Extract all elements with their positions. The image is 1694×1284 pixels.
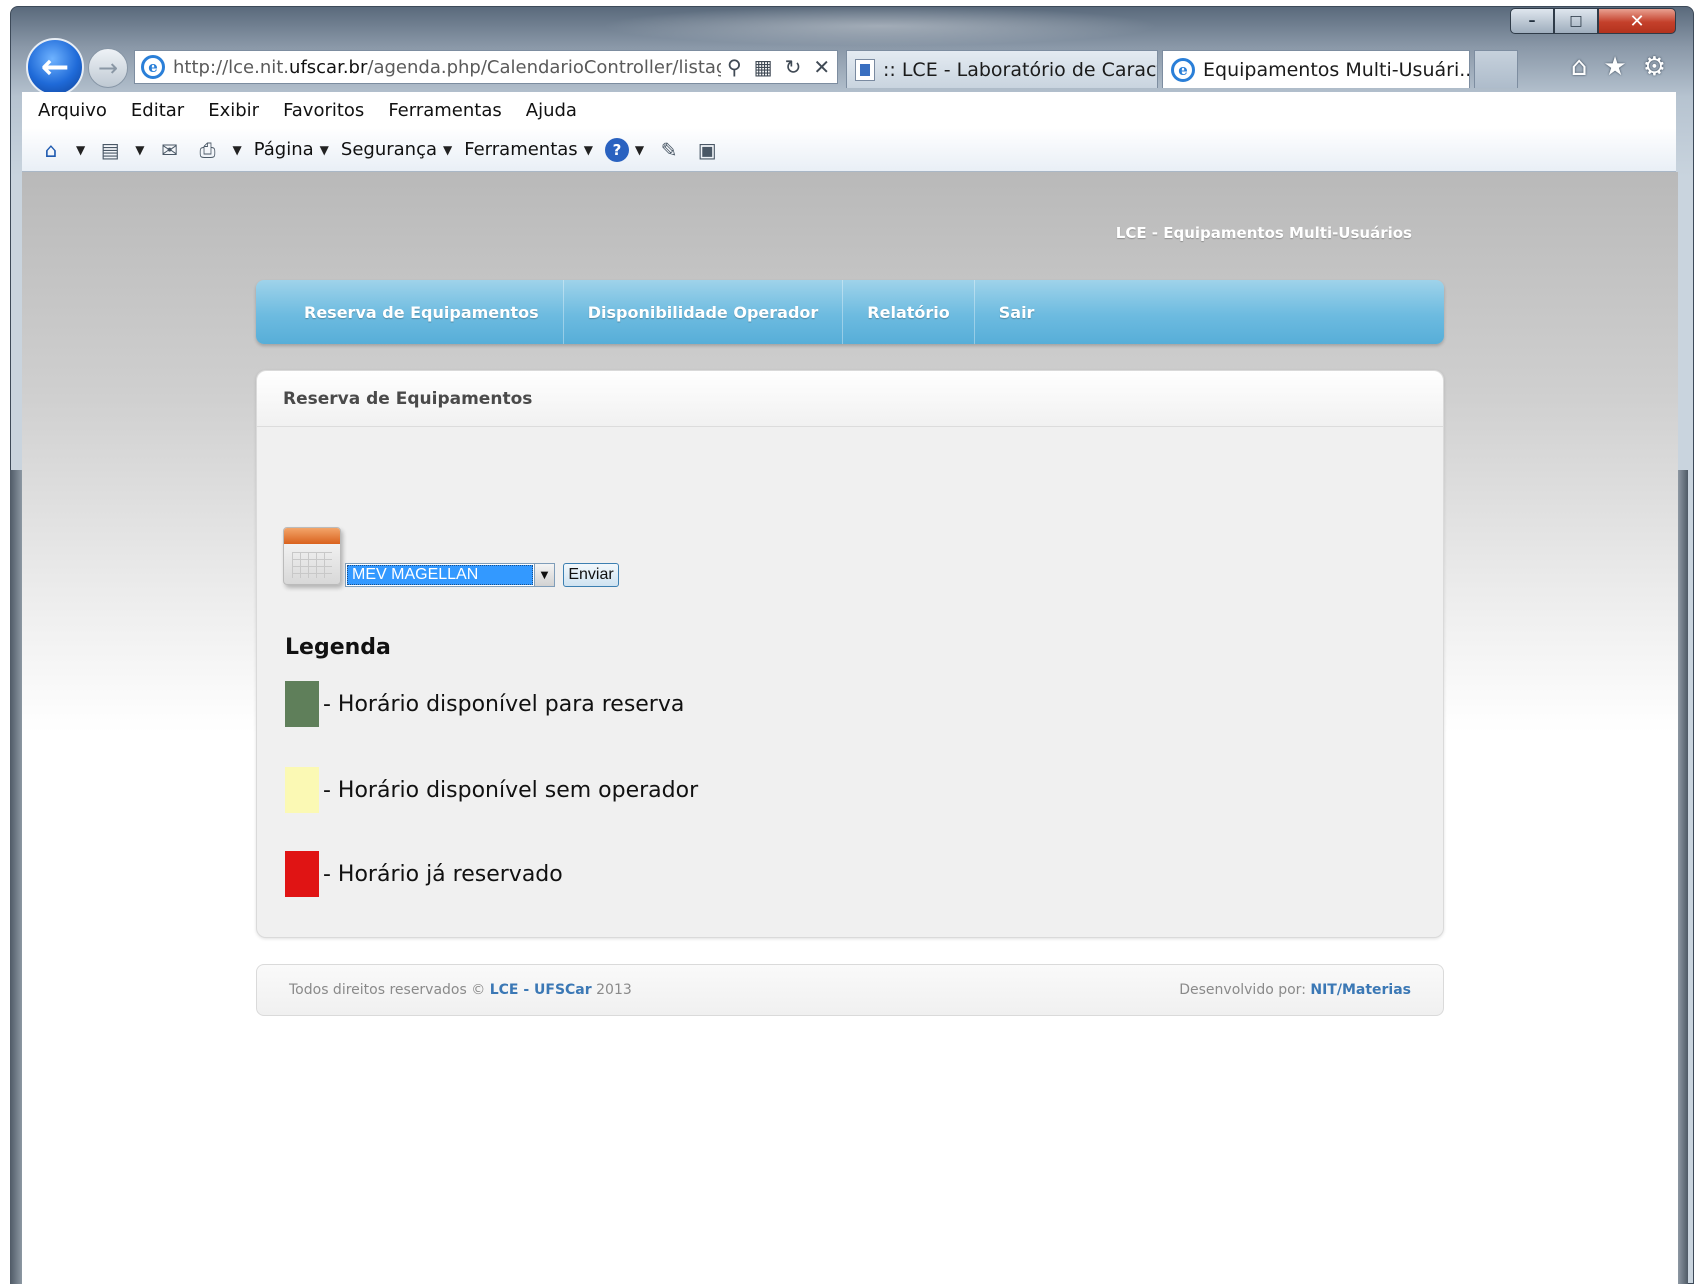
page-viewport: LCE - Equipamentos Multi-Usuários Reserv… bbox=[22, 172, 1678, 1284]
print-icon[interactable]: ⎙ bbox=[194, 137, 220, 163]
window-edge-left bbox=[10, 470, 22, 1284]
legend-text: - Horário disponível sem operador bbox=[323, 777, 699, 803]
footer-rights-prefix: Todos direitos reservados © bbox=[289, 982, 486, 998]
nav-disponibilidade-operador[interactable]: Disponibilidade Operador bbox=[564, 280, 844, 344]
home-icon[interactable]: ⌂ bbox=[1571, 52, 1588, 82]
calendar-grid bbox=[292, 552, 332, 578]
url-path: /agenda.php/CalendarioController/listage bbox=[367, 56, 721, 78]
content-panel: Reserva de Equipamentos MEV MAGELLAN ▼ E… bbox=[256, 370, 1444, 938]
favorites-star-icon[interactable]: ★ bbox=[1603, 52, 1626, 82]
footer-developer: Desenvolvido por: NIT/Materias bbox=[1179, 982, 1411, 998]
page-footer: Todos direitos reservados © LCE - UFSCar… bbox=[256, 964, 1444, 1016]
command-bar: ⌂ ▼ ▤ ▼ ✉ ⎙ ▼ Página ▼ Segurança ▼ Ferrame… bbox=[22, 128, 1676, 172]
chevron-down-icon: ▼ bbox=[319, 142, 329, 157]
legend-swatch-green bbox=[285, 681, 319, 727]
legend-swatch-red bbox=[285, 851, 319, 897]
forward-button[interactable]: → bbox=[88, 48, 128, 88]
ie-page-icon: e bbox=[1171, 57, 1195, 82]
content-title: Reserva de Equipamentos bbox=[257, 371, 1443, 427]
browser-toolbar-right: ⌂ ★ ⚙ bbox=[1571, 52, 1666, 82]
legend-title: Legenda bbox=[285, 635, 391, 660]
nav-relatorio[interactable]: Relatório bbox=[843, 280, 975, 344]
tab-label: Equipamentos Multi-Usuári... bbox=[1203, 58, 1470, 81]
send-button[interactable]: Enviar bbox=[563, 563, 619, 587]
gear-icon[interactable]: ⚙ bbox=[1643, 52, 1666, 82]
nav-reserva-equipamentos[interactable]: Reserva de Equipamentos bbox=[280, 280, 564, 344]
ie-page-icon: e bbox=[141, 55, 165, 79]
page-icon bbox=[855, 58, 875, 81]
chevron-down-icon[interactable]: ▼ bbox=[232, 143, 241, 157]
menu-arquivo[interactable]: Arquivo bbox=[38, 100, 107, 121]
research-icon[interactable]: ✎ bbox=[656, 137, 682, 163]
stop-icon[interactable]: ✕ bbox=[813, 55, 830, 79]
addon-icon[interactable]: ▣ bbox=[694, 137, 720, 163]
menu-ferramentas[interactable]: Ferramentas bbox=[388, 100, 501, 121]
arrow-right-icon: → bbox=[97, 54, 119, 82]
nav-sair[interactable]: Sair bbox=[975, 280, 1059, 344]
back-button[interactable]: ← bbox=[26, 38, 84, 96]
footer-year: 2013 bbox=[596, 982, 632, 998]
site-title: LCE - Equipamentos Multi-Usuários bbox=[1115, 224, 1412, 242]
home-icon[interactable]: ⌂ bbox=[38, 137, 64, 163]
titlebar-glow bbox=[600, 6, 1160, 46]
legend-text: - Horário já reservado bbox=[323, 861, 563, 887]
arrow-left-icon: ← bbox=[40, 47, 70, 87]
tab-label: :: LCE - Laboratório de Caracte... bbox=[883, 58, 1157, 81]
chevron-down-icon: ▼ bbox=[443, 142, 453, 157]
command-security-label: Segurança bbox=[340, 139, 437, 160]
command-page-menu[interactable]: Página ▼ bbox=[254, 139, 329, 160]
command-tools-menu[interactable]: Ferramentas ▼ bbox=[464, 139, 593, 160]
command-page-label: Página bbox=[253, 139, 314, 160]
chevron-down-icon: ▼ bbox=[634, 142, 645, 157]
window-controls: – □ ✕ bbox=[1510, 8, 1676, 36]
menu-editar[interactable]: Editar bbox=[131, 100, 184, 121]
footer-nit-link[interactable]: NIT/Materias bbox=[1310, 982, 1411, 998]
new-tab-button[interactable] bbox=[1474, 50, 1518, 88]
close-window-button[interactable]: ✕ bbox=[1598, 8, 1676, 34]
url-prefix: http://lce.nit. bbox=[173, 56, 290, 78]
menu-exibir[interactable]: Exibir bbox=[208, 100, 259, 121]
calendar-icon bbox=[283, 527, 341, 585]
address-bar[interactable]: e http://lce.nit.ufscar.br/agenda.php/Ca… bbox=[134, 50, 838, 84]
chevron-down-icon[interactable]: ▼ bbox=[76, 143, 85, 157]
url-domain: ufscar.br bbox=[289, 56, 368, 78]
refresh-icon[interactable]: ↻ bbox=[785, 55, 802, 79]
footer-lce-link[interactable]: LCE - UFSCar bbox=[490, 982, 592, 998]
menu-favoritos[interactable]: Favoritos bbox=[283, 100, 364, 121]
legend-item-no-operator: - Horário disponível sem operador bbox=[285, 767, 698, 813]
main-nav: Reserva de Equipamentos Disponibilidade … bbox=[256, 280, 1444, 344]
legend-text: - Horário disponível para reserva bbox=[323, 691, 685, 717]
address-bar-actions: ⚲ ▦ ↻ ✕ bbox=[727, 55, 830, 79]
menu-ajuda[interactable]: Ajuda bbox=[526, 100, 577, 121]
mail-icon[interactable]: ✉ bbox=[156, 137, 182, 163]
calendar-header-band bbox=[284, 528, 340, 544]
footer-rights: Todos direitos reservados © LCE - UFSCar… bbox=[289, 982, 632, 998]
help-icon: ? bbox=[604, 137, 629, 162]
command-security-menu[interactable]: Segurança ▼ bbox=[341, 139, 452, 160]
help-menu[interactable]: ? ▼ bbox=[604, 137, 645, 162]
search-icon[interactable]: ⚲ bbox=[727, 55, 742, 79]
menu-bar: Arquivo Editar Exibir Favoritos Ferramen… bbox=[22, 92, 1676, 128]
footer-dev-prefix: Desenvolvido por: bbox=[1179, 982, 1306, 998]
legend-item-available: - Horário disponível para reserva bbox=[285, 681, 684, 727]
tab-equipamentos[interactable]: e Equipamentos Multi-Usuári... ✕ bbox=[1162, 50, 1470, 88]
equipment-select-value: MEV MAGELLAN bbox=[347, 565, 533, 585]
equipment-select[interactable]: MEV MAGELLAN ▼ bbox=[345, 563, 555, 587]
compatibility-view-icon[interactable]: ▦ bbox=[754, 55, 773, 79]
maximize-button[interactable]: □ bbox=[1554, 8, 1598, 34]
chevron-down-icon[interactable]: ▼ bbox=[534, 564, 554, 586]
window-edge-right bbox=[1678, 470, 1688, 1284]
legend-item-reserved: - Horário já reservado bbox=[285, 851, 563, 897]
chevron-down-icon: ▼ bbox=[583, 142, 593, 157]
url-text[interactable]: http://lce.nit.ufscar.br/agenda.php/Cale… bbox=[173, 57, 721, 78]
command-tools-label: Ferramentas bbox=[464, 139, 578, 160]
chevron-down-icon[interactable]: ▼ bbox=[135, 143, 144, 157]
legend-swatch-yellow bbox=[285, 767, 319, 813]
minimize-button[interactable]: – bbox=[1510, 8, 1554, 34]
rss-feed-icon[interactable]: ▤ bbox=[97, 137, 123, 163]
tab-lce-laboratorio[interactable]: :: LCE - Laboratório de Caracte... bbox=[846, 50, 1158, 88]
